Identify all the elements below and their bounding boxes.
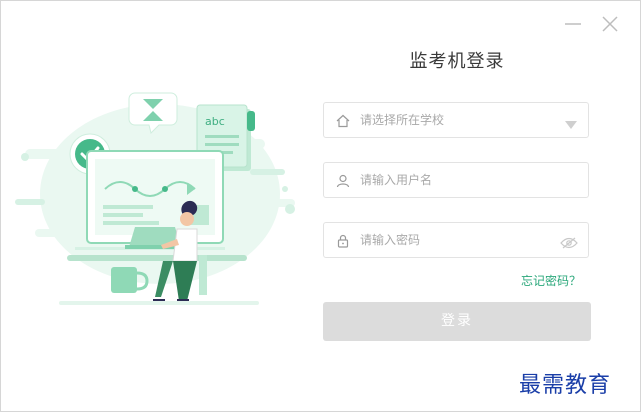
school-select[interactable] [323, 102, 589, 138]
minimize-icon[interactable] [564, 15, 582, 33]
home-icon [336, 113, 350, 128]
login-window: abc 监考机登录 请选择所在学校 请输入用户名 忘记密码？ 登录 最需教育 [0, 0, 641, 412]
user-icon [336, 173, 350, 188]
eye-icon[interactable] [560, 234, 578, 249]
username-field[interactable] [323, 162, 589, 198]
page-title: 监考机登录 [409, 51, 505, 72]
lock-icon [336, 233, 350, 248]
watermark: 最需教育 [519, 373, 612, 398]
login-illustration: abc [15, 79, 305, 311]
password-field[interactable] [323, 222, 589, 258]
login-button[interactable]: 登录 [323, 302, 591, 341]
close-icon[interactable] [601, 15, 619, 33]
password-input[interactable] [360, 223, 550, 257]
school-input[interactable] [360, 103, 550, 137]
forgot-password-link[interactable]: 忘记密码？ [521, 272, 581, 289]
svg-text:abc: abc [205, 115, 225, 128]
chevron-down-icon[interactable] [564, 115, 578, 129]
username-input[interactable] [360, 163, 550, 197]
